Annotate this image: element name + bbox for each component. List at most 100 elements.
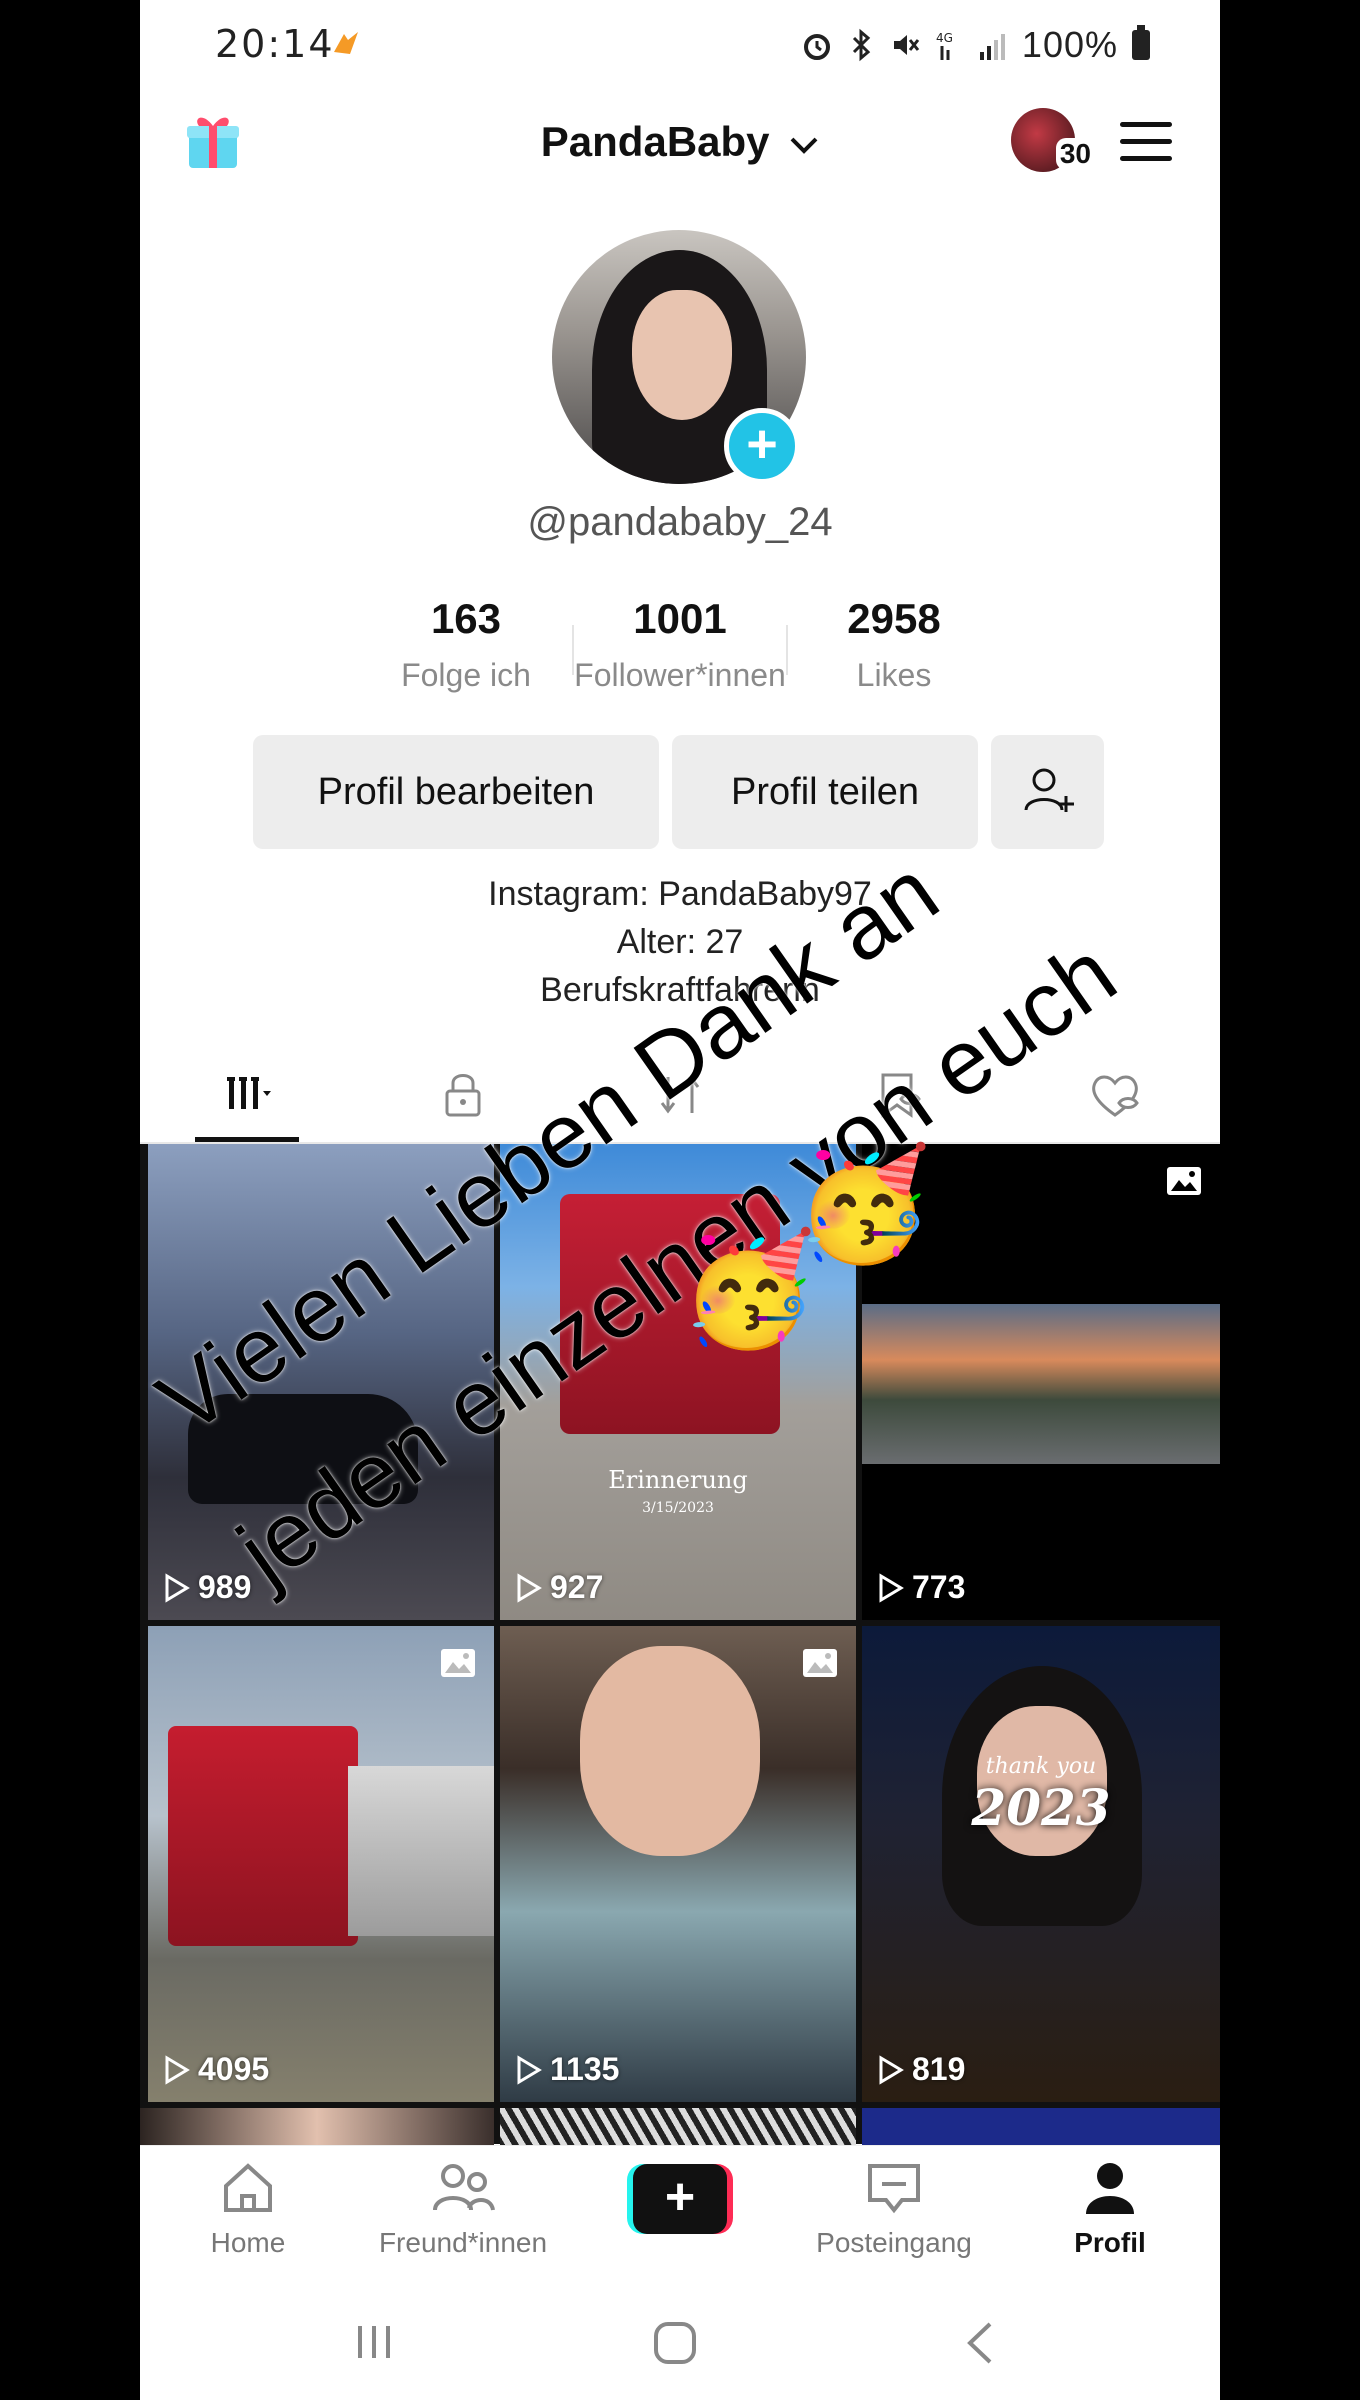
video-tile[interactable]: 4095 [148, 1626, 494, 2102]
photo-icon [803, 1649, 837, 1677]
tile-caption-small: thank you [985, 1754, 1097, 1779]
edit-profile-button[interactable]: Profil bearbeiten [253, 735, 659, 849]
truck-image [168, 1726, 358, 1946]
view-count: 819 [878, 2051, 965, 2088]
car-image [188, 1394, 418, 1504]
plus-icon: + [633, 2164, 727, 2234]
video-tile[interactable]: 989 [148, 1144, 494, 1620]
play-icon [879, 2054, 904, 2085]
stat-value: 1001 [633, 595, 727, 642]
selfie-image [580, 1646, 760, 1856]
video-grid: 989 Erinnerung 3/15/2023 927 773 4095 11… [140, 1144, 1220, 2148]
view-count-value: 989 [198, 1569, 252, 1605]
add-story-icon[interactable]: + [724, 408, 800, 484]
bio-line: Berufskraftfahrerin [540, 971, 820, 1009]
network-4g-icon: 4G [936, 31, 953, 60]
account-name: PandaBaby [540, 118, 770, 165]
video-tile[interactable]: Erinnerung 3/15/2023 927 [500, 1144, 856, 1620]
bottom-navigation: Home Freund*innen + Posteingang Profil [140, 2145, 1220, 2286]
bio-line: Instagram: PandaBaby97 [488, 875, 872, 913]
profile-avatar[interactable]: + [552, 230, 806, 484]
liked-hidden-icon[interactable] [1085, 1065, 1145, 1125]
inbox-icon [868, 2164, 920, 2214]
repost-icon[interactable] [650, 1065, 710, 1125]
streak-icon [334, 32, 358, 54]
photo-icon [441, 1649, 475, 1677]
stat-label: Likes [856, 657, 932, 693]
stat-value: 2958 [847, 595, 941, 642]
nav-label: Profil [1074, 2227, 1146, 2258]
system-navigation [140, 2290, 1220, 2400]
profile-icon [1086, 2163, 1134, 2214]
play-icon [517, 2054, 542, 2085]
status-time: 20:14 [215, 22, 335, 66]
tile-caption-year: 2023 [971, 1778, 1111, 1837]
view-count-value: 927 [550, 1569, 604, 1605]
video-tile[interactable] [500, 2108, 856, 2148]
bookmark-hidden-icon[interactable] [867, 1065, 927, 1125]
videos-grid-icon[interactable] [215, 1065, 275, 1125]
friends-icon [433, 2164, 495, 2211]
video-tile[interactable]: thank you 2023 819 [862, 1626, 1220, 2102]
view-count: 989 [164, 1569, 251, 1606]
profile-header: PandaBaby 30 [140, 100, 1220, 190]
play-icon [165, 2054, 190, 2085]
nav-profile[interactable]: Profil [1010, 2160, 1210, 2259]
view-count: 4095 [164, 2051, 269, 2088]
chevron-down-icon [790, 137, 818, 154]
view-count-value: 4095 [198, 2051, 270, 2087]
lock-icon[interactable] [433, 1065, 493, 1125]
view-count: 1135 [516, 2051, 619, 2088]
tile-caption: Erinnerung [608, 1466, 748, 1494]
nav-home[interactable]: Home [148, 2160, 348, 2259]
tile-date: 3/15/2023 [642, 1500, 714, 1516]
menu-icon[interactable] [1120, 122, 1172, 162]
signal-icon [979, 34, 1005, 60]
status-bar: 20:14 4G 100% [140, 0, 1220, 90]
view-count-value: 1135 [550, 2051, 620, 2087]
home-icon [224, 2163, 272, 2212]
stat-likes[interactable]: 2958 Likes [788, 595, 1000, 705]
view-count: 773 [878, 1569, 965, 1606]
play-icon [879, 1572, 904, 1603]
add-friends-button[interactable] [991, 735, 1104, 849]
back-icon[interactable] [962, 2320, 998, 2366]
nav-label: Home [210, 2227, 286, 2258]
stat-value: 163 [430, 595, 502, 642]
share-profile-button[interactable]: Profil teilen [672, 735, 978, 849]
alarm-icon [803, 34, 830, 60]
create-button[interactable]: + [627, 2164, 733, 2234]
content-tabs [140, 1045, 1220, 1145]
trailer-image [348, 1766, 494, 1936]
stat-followers[interactable]: 1001 Follower*innen [574, 595, 786, 705]
view-count-value: 773 [912, 1569, 966, 1605]
battery-percent: 100% [1021, 24, 1118, 65]
profile-stats: 163 Folge ich 1001 Follower*innen 2958 L… [360, 595, 1000, 705]
video-tile[interactable]: 773 [862, 1144, 1220, 1620]
bio-line: Alter: 27 [616, 923, 744, 961]
nav-inbox[interactable]: Posteingang [794, 2160, 994, 2259]
phone-screen: 20:14 4G 100% PandaBaby 30 + @pandababy_… [140, 0, 1220, 2400]
play-icon [517, 1572, 542, 1603]
bluetooth-icon [852, 28, 871, 62]
photo-icon [1167, 1167, 1201, 1195]
notification-count: 30 [1055, 138, 1095, 170]
stat-label: Follower*innen [574, 657, 786, 693]
stat-label: Folge ich [401, 657, 531, 693]
video-tile[interactable]: 1135 [500, 1626, 856, 2102]
view-count: 927 [516, 1569, 603, 1606]
video-tile[interactable] [862, 2108, 1220, 2148]
truck-image [560, 1194, 780, 1434]
battery-icon [1132, 25, 1150, 60]
nav-friends[interactable]: Freund*innen [363, 2160, 563, 2259]
truck-sunset-image [862, 1304, 1220, 1464]
svg-text:4G: 4G [936, 31, 953, 45]
video-tile[interactable] [140, 2108, 494, 2148]
recent-apps-icon[interactable] [352, 2320, 396, 2364]
stat-following[interactable]: 163 Folge ich [360, 595, 572, 705]
mute-icon [893, 35, 920, 55]
view-count-value: 819 [912, 2051, 966, 2087]
home-button-icon[interactable] [652, 2320, 698, 2366]
add-person-icon [1024, 768, 1074, 812]
nav-label: Freund*innen [378, 2227, 548, 2258]
